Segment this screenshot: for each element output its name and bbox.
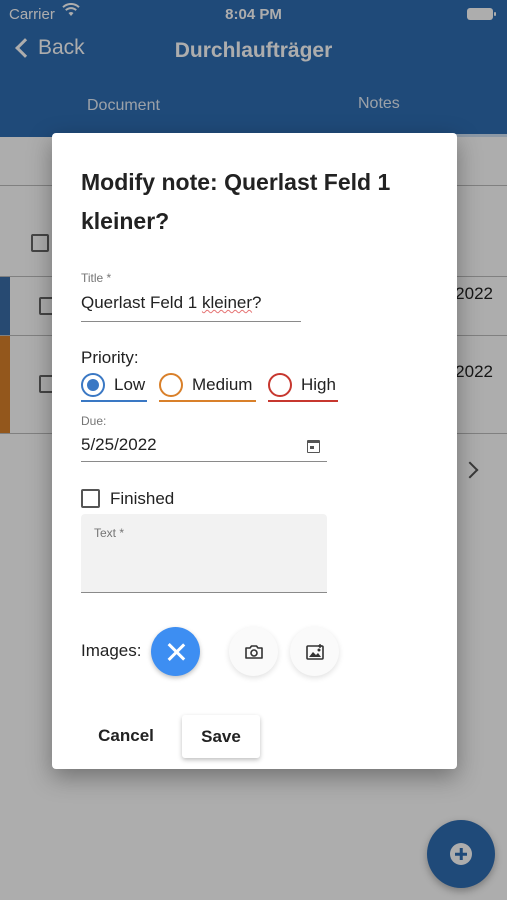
priority-high-underline	[268, 400, 338, 402]
clear-images-button[interactable]	[151, 627, 200, 676]
finished-checkbox[interactable]	[81, 489, 100, 508]
priority-low-label: Low	[114, 375, 146, 394]
clear-icon	[166, 642, 186, 662]
title-text-end: ?	[252, 293, 262, 312]
priority-medium-underline	[159, 400, 256, 402]
priority-medium-label: Medium	[192, 375, 253, 394]
priority-low-underline	[81, 400, 147, 402]
text-input[interactable]: Text *	[81, 514, 327, 593]
calendar-icon[interactable]	[307, 440, 320, 453]
take-photo-button[interactable]	[229, 627, 278, 676]
due-date-input[interactable]: 5/25/2022	[81, 435, 157, 455]
priority-low-radio[interactable]: Low	[81, 370, 145, 400]
save-button[interactable]: Save	[182, 715, 260, 758]
cancel-button[interactable]: Cancel	[82, 716, 170, 756]
title-text-misspelled: kleiner	[201, 293, 253, 312]
dialog-title: Modify note: Querlast Feld 1 kleiner?	[81, 169, 391, 234]
radio-checked-icon	[81, 373, 105, 397]
pick-image-button[interactable]	[290, 627, 339, 676]
priority-medium-radio[interactable]: Medium	[159, 370, 252, 400]
radio-unchecked-icon	[268, 373, 292, 397]
priority-high-radio[interactable]: High	[268, 370, 336, 400]
images-label: Images:	[81, 641, 142, 660]
gallery-icon	[305, 643, 324, 660]
text-field-label: Text *	[94, 526, 125, 540]
priority-label: Priority:	[81, 348, 139, 367]
title-input[interactable]: Querlast Feld 1 kleiner?	[81, 293, 262, 313]
due-field-label: Due:	[81, 414, 107, 428]
finished-label[interactable]: Finished	[110, 489, 174, 509]
radio-unchecked-icon	[159, 373, 183, 397]
title-text: Querlast Feld 1	[81, 293, 202, 312]
due-underline	[81, 461, 327, 462]
camera-icon	[244, 644, 263, 659]
priority-high-label: High	[301, 375, 336, 394]
title-underline	[81, 321, 301, 322]
modify-note-dialog: Modify note: Querlast Feld 1 kleiner? Ti…	[52, 133, 457, 769]
title-field-label: Title *	[81, 271, 112, 285]
